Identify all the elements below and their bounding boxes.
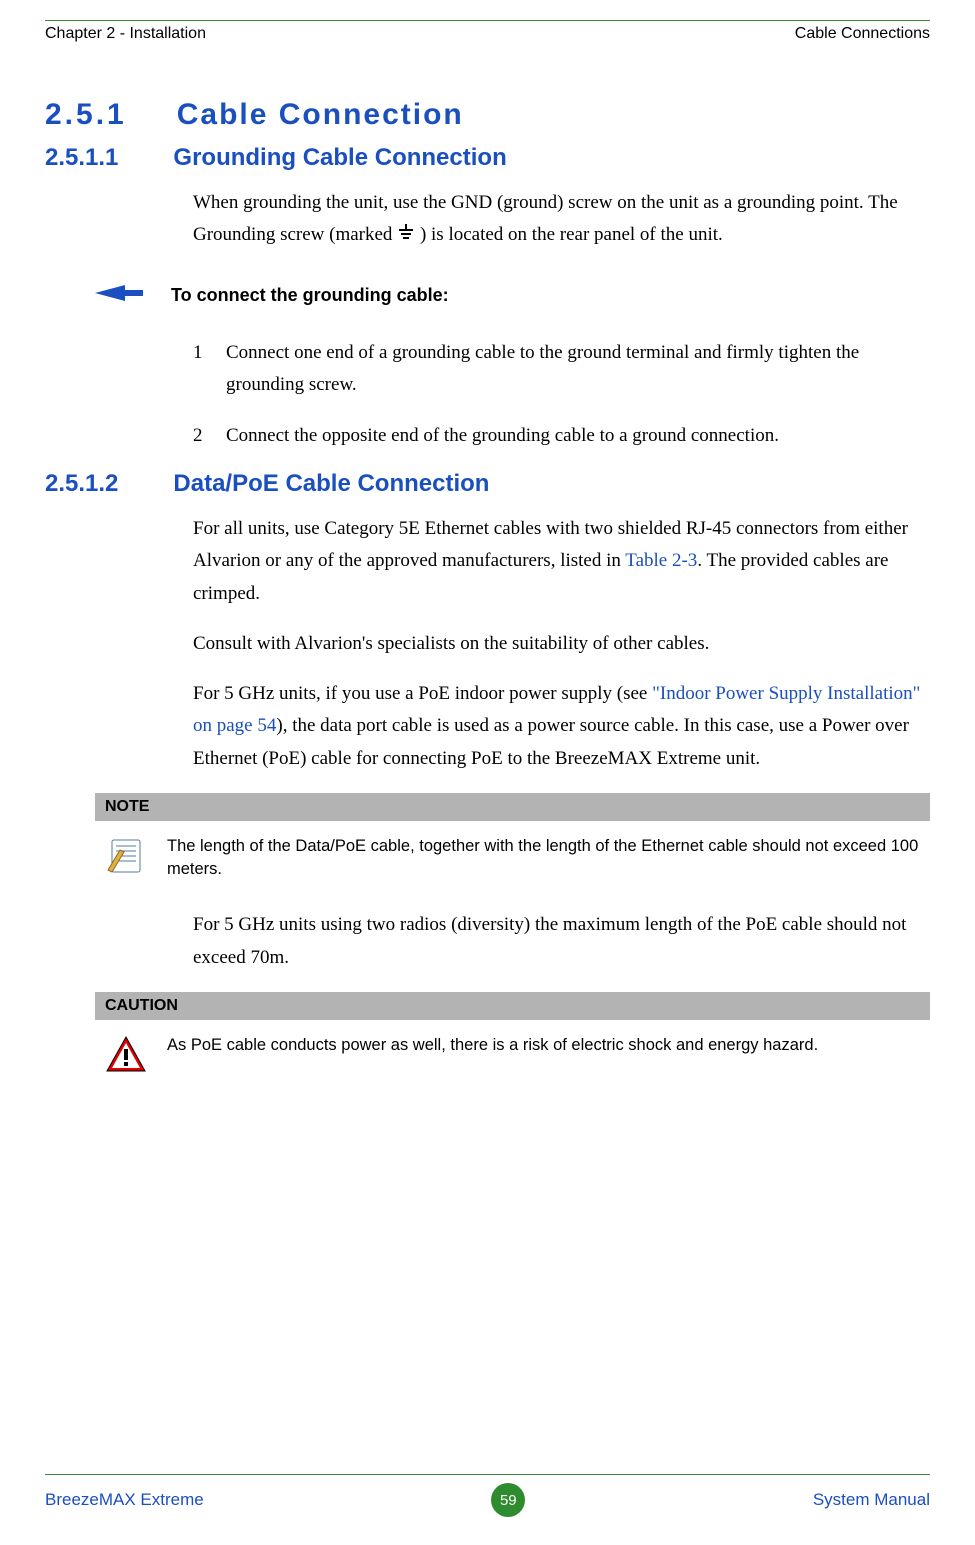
body-text: For all units, use Category 5E Ethernet … (193, 513, 930, 775)
subsection-heading: 2.5.1.1 Grounding Cable Connection (45, 144, 930, 172)
procedure-heading: To connect the grounding cable: (95, 282, 930, 309)
arrow-icon (95, 282, 143, 309)
step-number: 1 (193, 337, 208, 402)
numbered-list: 1 Connect one end of a grounding cable t… (193, 337, 930, 452)
note-text: The length of the Data/PoE cable, togeth… (167, 835, 920, 881)
ground-icon (397, 220, 415, 252)
cross-ref-link[interactable]: Table 2-3 (625, 550, 697, 571)
subsection-heading: 2.5.1.2 Data/PoE Cable Connection (45, 470, 930, 498)
note-callout: NOTE The length of the Data/PoE cable, t… (95, 793, 930, 887)
body-text: When grounding the unit, use the GND (gr… (193, 187, 930, 252)
note-icon (105, 835, 147, 877)
subsection-title: Grounding Cable Connection (173, 144, 506, 172)
footer-right: System Manual (813, 1490, 930, 1510)
paragraph-text: Consult with Alvarion's specialists on t… (193, 628, 930, 660)
paragraph-text: ), the data port cable is used as a powe… (193, 715, 909, 768)
procedure-title: To connect the grounding cable: (171, 285, 449, 306)
paragraph-text: ) is located on the rear panel of the un… (420, 224, 723, 245)
page-number: 59 (491, 1483, 525, 1517)
running-footer: BreezeMAX Extreme 59 System Manual (0, 1474, 975, 1517)
caution-label: CAUTION (95, 992, 930, 1020)
caution-callout: CAUTION As PoE cable conducts power as w… (95, 992, 930, 1082)
caution-text: As PoE cable conducts power as well, the… (167, 1034, 920, 1057)
running-header: Chapter 2 - Installation Cable Connectio… (45, 25, 930, 43)
section-number: 2.5.1 (45, 98, 127, 132)
paragraph-text: For 5 GHz units, if you use a PoE indoor… (193, 683, 652, 704)
step-text: Connect the opposite end of the groundin… (226, 420, 779, 452)
paragraph-text: For 5 GHz units using two radios (divers… (193, 909, 930, 974)
section-title: Cable Connection (177, 98, 464, 132)
footer-left: BreezeMAX Extreme (45, 1490, 204, 1510)
subsection-title: Data/PoE Cable Connection (173, 470, 489, 498)
subsection-number: 2.5.1.2 (45, 470, 118, 498)
warning-icon (105, 1034, 147, 1076)
note-label: NOTE (95, 793, 930, 821)
list-item: 1 Connect one end of a grounding cable t… (193, 337, 930, 402)
header-right: Cable Connections (795, 25, 930, 43)
list-item: 2 Connect the opposite end of the ground… (193, 420, 930, 452)
subsection-number: 2.5.1.1 (45, 144, 118, 172)
header-left: Chapter 2 - Installation (45, 25, 206, 43)
section-heading: 2.5.1 Cable Connection (45, 98, 930, 132)
body-text: For 5 GHz units using two radios (divers… (193, 909, 930, 974)
step-text: Connect one end of a grounding cable to … (226, 337, 930, 402)
step-number: 2 (193, 420, 208, 452)
